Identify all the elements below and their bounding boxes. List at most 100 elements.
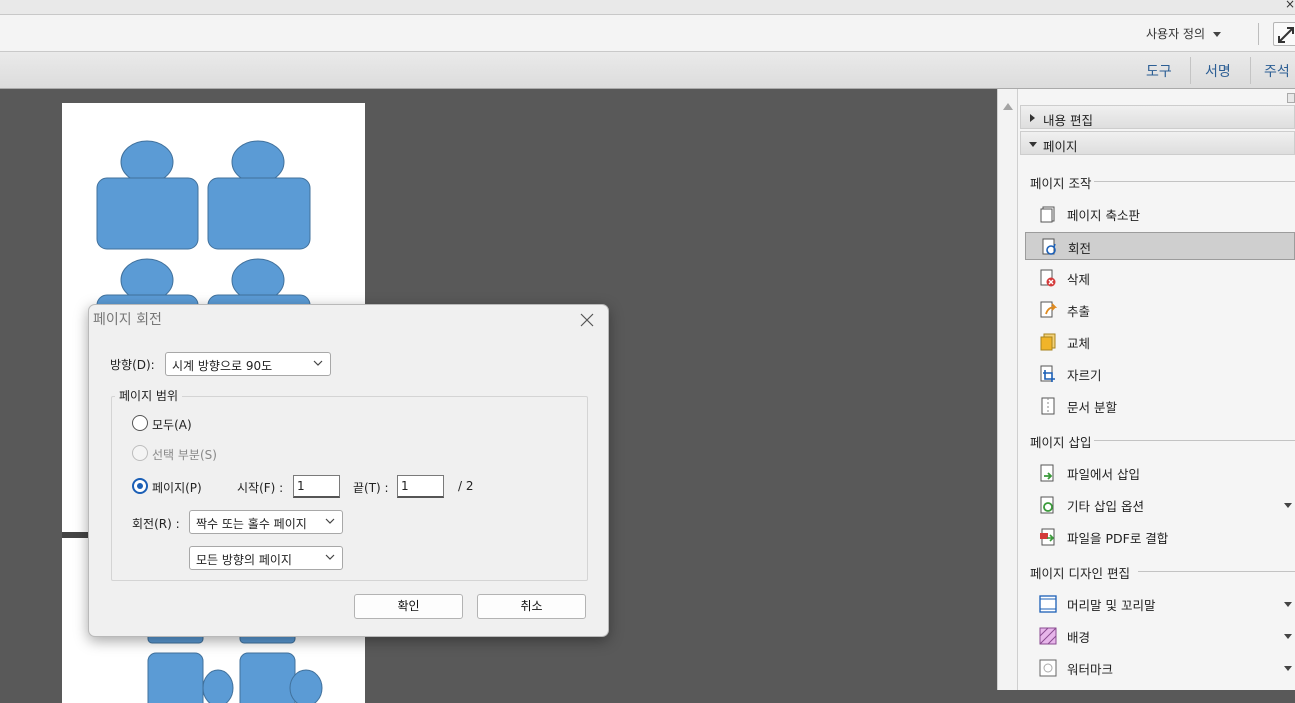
chevron-down-icon [313,360,323,366]
extract-page-icon [1040,301,1057,318]
section-content-edit[interactable]: 내용 편집 [1020,105,1295,129]
chevron-down-icon [325,518,335,524]
chevron-down-icon[interactable] [1284,602,1292,607]
section-label: 내용 편집 [1043,113,1093,128]
tab-comment[interactable]: 주석 [1264,61,1290,81]
item-background[interactable]: 배경 [1025,622,1295,650]
orientation-select[interactable]: 모든 방향의 페이지 [189,546,343,570]
end-page-input[interactable]: 1 [397,475,444,498]
item-rotate[interactable]: 회전 [1025,232,1295,260]
menu-bar: 사용자 정의 [0,15,1295,52]
tools-panel: 내용 편집 페이지 페이지 조작 페이지 축소판 회전 삭제 추출 교체 자르기… [1018,89,1295,690]
radio-selection-label: 선택 부분(S) [152,448,217,462]
ok-button[interactable]: 확인 [354,594,463,619]
chevron-down-icon [1029,142,1037,147]
menu-separator [1258,23,1259,45]
expand-arrows-button[interactable] [1273,22,1295,46]
group-title: 페이지 디자인 편집 [1030,566,1130,581]
chevron-down-icon[interactable] [1284,503,1292,508]
tab-separator [1250,57,1251,84]
group-title: 페이지 삽입 [1030,435,1092,450]
group-page-manipulation: 페이지 조작 [1030,173,1295,192]
customize-dropdown[interactable]: 사용자 정의 [1146,25,1222,42]
combine-pdf-icon [1040,528,1055,546]
radio-pages-label[interactable]: 페이지(P) [152,479,202,496]
item-more-insert-options[interactable]: 기타 삽입 옵션 [1025,491,1295,519]
direction-value: 시계 방향으로 90도 [172,359,273,373]
window-title-bar: × [0,0,1295,15]
scroll-up-icon[interactable] [1003,103,1013,110]
item-split-document[interactable]: 문서 분할 [1025,392,1295,420]
start-page-input[interactable]: 1 [293,475,340,498]
window-close-icon[interactable]: × [1285,0,1295,11]
panel-grip-icon[interactable] [1287,93,1295,103]
group-title: 페이지 조작 [1030,176,1092,191]
item-delete[interactable]: 삭제 [1025,264,1295,292]
item-label: 배경 [1067,630,1091,645]
dialog-title: 페이지 회전 [93,312,162,328]
item-label: 추출 [1067,304,1091,319]
rotate-label: 회전(R) : [132,517,180,531]
page-thumbnails-icon [1040,206,1055,223]
item-label: 삭제 [1067,272,1091,287]
item-insert-from-file[interactable]: 파일에서 삽입 [1025,459,1295,487]
chevron-down-icon[interactable] [1284,666,1292,671]
item-label: 파일에서 삽입 [1067,467,1140,482]
top-toolbar: 도구 서명 주석 [0,52,1295,89]
end-page-value: 1 [401,479,409,493]
close-icon[interactable] [579,312,595,328]
chevron-down-icon [325,554,335,560]
tab-tools[interactable]: 도구 [1146,61,1172,81]
start-page-value: 1 [297,479,305,493]
tab-sign[interactable]: 서명 [1205,61,1231,81]
radio-all[interactable] [132,415,148,431]
item-label: 교체 [1067,336,1091,351]
item-label: 회전 [1068,241,1092,256]
radio-selection [132,445,148,461]
group-page-insert: 페이지 삽입 [1030,432,1295,451]
group-rule [1138,571,1295,572]
chevron-down-icon[interactable] [1284,634,1292,639]
item-label: 파일을 PDF로 결합 [1067,531,1169,546]
item-replace[interactable]: 교체 [1025,328,1295,356]
chevron-right-icon [1030,114,1035,122]
more-insert-icon [1040,496,1054,514]
background-icon [1039,627,1057,645]
item-header-footer[interactable]: 머리말 및 꼬리말 [1025,590,1295,618]
page-range-legend: 페이지 범위 [115,387,183,404]
item-extract[interactable]: 추출 [1025,296,1295,324]
group-page-design: 페이지 디자인 편집 [1030,563,1295,582]
section-label: 페이지 [1043,139,1078,154]
total-pages-label: / 2 [458,479,474,493]
item-combine-pdf[interactable]: 파일을 PDF로 결합 [1025,523,1295,551]
parity-select[interactable]: 짝수 또는 홀수 페이지 [189,510,343,534]
item-label: 머리말 및 꼬리말 [1067,598,1156,613]
replace-page-icon [1040,333,1056,351]
rotate-pages-dialog: 페이지 회전 방향(D): 시계 방향으로 90도 페이지 범위 모두(A) 선… [88,304,609,637]
group-rule [1094,440,1295,441]
tab-separator [1190,57,1191,84]
item-label: 기타 삽입 옵션 [1067,499,1144,514]
customize-label: 사용자 정의 [1146,27,1206,41]
start-label: 시작(F) : [237,481,284,495]
end-label: 끝(T) : [353,481,389,495]
item-watermark[interactable]: 워터마크 [1025,654,1295,682]
item-label: 페이지 축소판 [1067,208,1140,223]
direction-label: 방향(D): [110,358,155,372]
item-page-thumbnails[interactable]: 페이지 축소판 [1025,200,1295,228]
crop-icon [1040,365,1055,382]
direction-select[interactable]: 시계 방향으로 90도 [165,352,331,376]
split-document-icon [1041,397,1055,415]
item-label: 자르기 [1067,368,1102,383]
item-crop[interactable]: 자르기 [1025,360,1295,388]
radio-pages[interactable] [132,478,148,494]
vertical-scrollbar[interactable] [997,89,1018,690]
delete-page-icon [1040,269,1056,287]
expand-arrows-icon [1278,27,1294,43]
item-label: 문서 분할 [1067,400,1117,415]
rotate-icon [1042,238,1056,255]
section-pages[interactable]: 페이지 [1020,131,1295,155]
radio-all-label[interactable]: 모두(A) [152,416,192,433]
cancel-button[interactable]: 취소 [477,594,586,619]
insert-from-file-icon [1040,464,1054,482]
